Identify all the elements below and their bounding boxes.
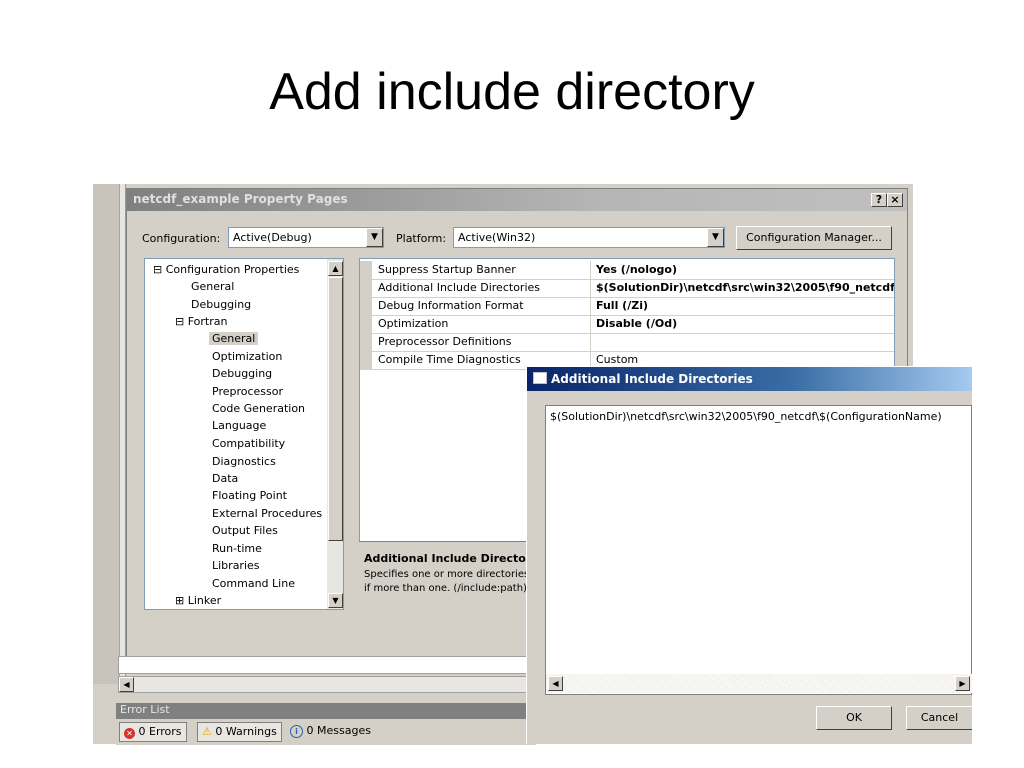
description-title: Additional Include Directories — [364, 552, 550, 565]
tree-item-output-files[interactable]: Output Files — [212, 524, 278, 537]
tree-item-general[interactable]: General — [191, 280, 234, 293]
tree-item-language[interactable]: Language — [212, 419, 266, 432]
grid-row[interactable]: Optimization Disable (/Od) — [360, 315, 894, 334]
platform-label: Platform: — [396, 232, 447, 245]
editor-area[interactable] — [118, 656, 538, 674]
property-name: Suppress Startup Banner — [378, 263, 516, 276]
include-directories-list[interactable]: $(SolutionDir)\netcdf\src\win32\2005\f90… — [545, 405, 972, 695]
horizontal-scrollbar[interactable] — [118, 676, 538, 693]
tree-item-fortran-general-selected[interactable]: General — [209, 332, 259, 345]
platform-combo[interactable]: Active(Win32) — [453, 227, 725, 248]
scroll-left-icon[interactable]: ◀ — [548, 676, 563, 691]
info-icon: i — [290, 725, 303, 738]
tree-item-compatibility[interactable]: Compatibility — [212, 437, 285, 450]
include-list-hscrollbar[interactable] — [546, 674, 972, 693]
property-value[interactable]: Disable (/Od) — [596, 317, 894, 330]
tree-item-fortran-debugging[interactable]: Debugging — [212, 367, 272, 380]
property-value[interactable]: $(SolutionDir)\netcdf\src\win32\2005\f90… — [596, 281, 894, 294]
tree-item-libraries[interactable]: Libraries — [212, 559, 260, 572]
property-name: Optimization — [378, 317, 449, 330]
configuration-manager-button[interactable]: Configuration Manager... — [736, 226, 892, 250]
slide-title: Add include directory — [269, 63, 755, 121]
include-directory-entry[interactable]: $(SolutionDir)\netcdf\src\win32\2005\f90… — [550, 410, 942, 423]
chevron-down-icon[interactable]: ▼ — [366, 228, 383, 247]
property-pages-title: netcdf_example Property Pages — [133, 192, 348, 206]
chevron-down-icon[interactable]: ▼ — [707, 228, 724, 247]
close-button[interactable]: × — [887, 193, 903, 207]
error-list-toolbar: ✕ 0 Errors ⚠ 0 Warnings i 0 Messages — [116, 719, 536, 745]
configuration-value: Active(Debug) — [233, 231, 312, 244]
property-tree[interactable]: ⊟ Configuration Properties General Debug… — [144, 258, 344, 610]
tree-item-fortran[interactable]: ⊟ Fortran — [175, 315, 227, 328]
scroll-up-icon[interactable]: ▲ — [328, 261, 343, 276]
scroll-down-icon[interactable]: ▼ — [328, 593, 343, 608]
ide-side-strip — [93, 184, 120, 684]
tree-item-command-line[interactable]: Command Line — [212, 577, 295, 590]
grid-row[interactable]: Debug Information Format Full (/Zi) — [360, 297, 894, 316]
tree-item-run-time[interactable]: Run-time — [212, 542, 262, 555]
tree-item-configuration-properties[interactable]: ⊟ Configuration Properties — [153, 263, 299, 276]
description-line-1: Specifies one or more directories — [364, 569, 530, 580]
ok-button[interactable]: OK — [816, 706, 892, 730]
errors-filter-button[interactable]: ✕ 0 Errors — [119, 722, 187, 742]
tree-item-code-generation[interactable]: Code Generation — [212, 402, 305, 415]
property-name: Debug Information Format — [378, 299, 524, 312]
configuration-combo[interactable]: Active(Debug) — [228, 227, 384, 248]
configuration-label: Configuration: — [142, 232, 221, 245]
messages-filter-button[interactable]: i 0 Messages — [286, 722, 375, 742]
error-icon: ✕ — [124, 728, 135, 739]
help-button[interactable]: ? — [871, 193, 887, 207]
collapse-icon[interactable]: ⊟ — [175, 315, 184, 328]
cancel-button[interactable]: Cancel — [906, 706, 972, 730]
grid-row[interactable]: Preprocessor Definitions — [360, 333, 894, 352]
grid-row[interactable]: Additional Include Directories $(Solutio… — [360, 279, 894, 298]
property-name: Compile Time Diagnostics — [378, 353, 521, 366]
platform-value: Active(Win32) — [458, 231, 536, 244]
description-line-2: if more than one. (/include:path) — [364, 583, 527, 594]
grid-row[interactable]: Suppress Startup Banner Yes (/nologo) — [360, 261, 894, 280]
scroll-left-icon[interactable]: ◀ — [119, 677, 134, 692]
tree-item-external-procedures[interactable]: External Procedures — [212, 507, 322, 520]
include-directories-title: Additional Include Directories — [551, 372, 753, 386]
property-value[interactable]: Custom — [596, 353, 894, 366]
property-value[interactable]: Yes (/nologo) — [596, 263, 894, 276]
collapse-icon[interactable]: ⊟ — [153, 263, 162, 276]
tree-item-debugging[interactable]: Debugging — [191, 298, 251, 311]
tree-item-floating-point[interactable]: Floating Point — [212, 489, 287, 502]
property-name: Preprocessor Definitions — [378, 335, 512, 348]
error-list-title: Error List — [116, 703, 536, 719]
warnings-filter-button[interactable]: ⚠ 0 Warnings — [197, 722, 282, 742]
tree-item-preprocessor[interactable]: Preprocessor — [212, 385, 283, 398]
property-name: Additional Include Directories — [378, 281, 540, 294]
tree-item-diagnostics[interactable]: Diagnostics — [212, 455, 276, 468]
tree-item-data[interactable]: Data — [212, 472, 238, 485]
expand-icon[interactable]: ⊞ — [175, 594, 184, 607]
scroll-right-icon[interactable]: ▶ — [955, 676, 970, 691]
property-value[interactable]: Full (/Zi) — [596, 299, 894, 312]
tree-scroll-thumb[interactable] — [328, 277, 343, 541]
tree-item-optimization[interactable]: Optimization — [212, 350, 282, 363]
window-icon — [533, 372, 547, 384]
tree-item-linker[interactable]: ⊞ Linker — [175, 594, 221, 607]
warning-icon: ⚠ — [202, 725, 212, 738]
